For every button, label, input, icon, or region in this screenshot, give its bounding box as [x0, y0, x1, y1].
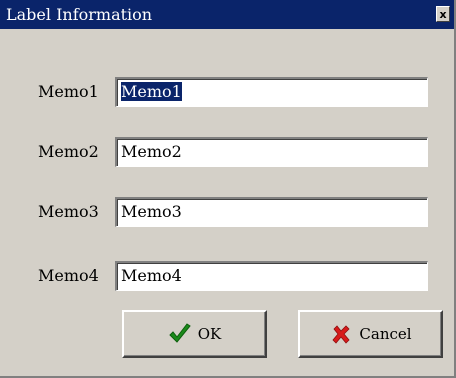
ok-button-label: OK [197, 325, 222, 343]
memo4-field[interactable]: Memo4 [115, 261, 428, 291]
red-x-icon [329, 322, 353, 346]
memo2-row: Memo2 Memo2 [0, 137, 454, 167]
memo2-text: Memo2 [121, 142, 182, 161]
dialog-title: Label Information [6, 4, 153, 24]
memo1-label: Memo1 [38, 82, 99, 101]
label-information-dialog: Label Information x Memo1 Memo1 Memo2 Me… [0, 0, 456, 378]
memo3-field[interactable]: Memo3 [115, 197, 428, 227]
memo4-label: Memo4 [38, 266, 99, 285]
cancel-button-label: Cancel [359, 325, 412, 343]
close-button[interactable]: x [436, 6, 450, 22]
ok-button[interactable]: OK [122, 310, 267, 358]
memo3-row: Memo3 Memo3 [0, 197, 454, 227]
green-checkmark-icon [168, 322, 192, 346]
memo1-selected-text: Memo1 [121, 82, 182, 101]
memo4-row: Memo4 Memo4 [0, 261, 454, 291]
memo2-label: Memo2 [38, 142, 99, 161]
memo2-field[interactable]: Memo2 [115, 137, 428, 167]
memo1-row: Memo1 Memo1 [0, 77, 454, 107]
memo1-field[interactable]: Memo1 [115, 77, 428, 107]
close-icon: x [439, 7, 447, 21]
memo3-label: Memo3 [38, 202, 99, 221]
memo3-text: Memo3 [121, 202, 182, 221]
title-bar[interactable]: Label Information x [0, 0, 454, 29]
memo4-text: Memo4 [121, 266, 182, 285]
cancel-button[interactable]: Cancel [298, 310, 443, 358]
